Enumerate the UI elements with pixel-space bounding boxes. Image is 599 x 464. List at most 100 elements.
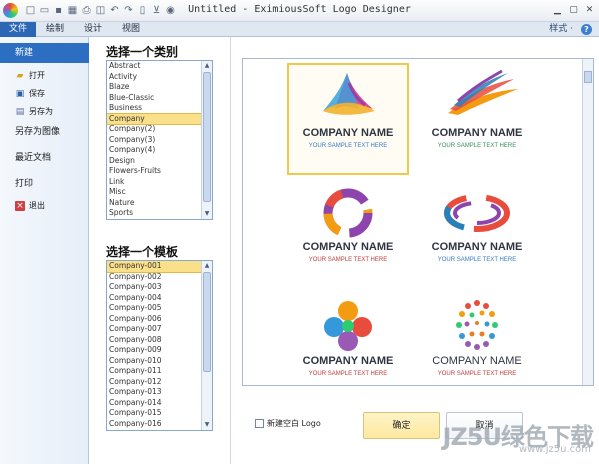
template-list-item[interactable]: Company-002 — [107, 272, 201, 283]
menu-save[interactable]: ▣ 保存 — [0, 84, 89, 104]
scroll-thumb[interactable] — [203, 272, 211, 372]
template-list-item[interactable]: Company-013 — [107, 387, 201, 398]
category-list-item[interactable]: Link — [107, 177, 201, 188]
help-icon[interactable]: ? — [581, 24, 592, 35]
template-tile-6[interactable]: COMPANY NAME YOUR SAMPLE TEXT HERE — [418, 293, 536, 385]
style-menu[interactable]: 样式 · — [549, 22, 573, 37]
logo-preview-panel: COMPANY NAME YOUR SAMPLE TEXT HERE COMPA… — [242, 58, 594, 386]
company-name-text: COMPANY NAME — [302, 127, 394, 139]
file-menu: 新建 ▰ 打开 ▣ 保存 ▤ 另存为 另存为图像 最近文档 打印 × 退出 — [0, 37, 89, 464]
template-items: Company-001 Company-002 Company-003 Company… — [107, 261, 202, 430]
template-tile-5[interactable]: COMPANY NAME YOUR SAMPLE TEXT HERE — [289, 293, 407, 385]
category-scrollbar[interactable]: ▲ ▼ — [201, 61, 212, 219]
scroll-down-icon[interactable]: ▼ — [202, 209, 212, 219]
ring-swirl-logo — [323, 188, 373, 238]
category-list-item[interactable]: Blue-Classic — [107, 93, 201, 104]
save-as-icon: ▤ — [15, 107, 25, 117]
template-list-item[interactable]: Company-012 — [107, 377, 201, 388]
template-list-item[interactable]: Company-003 — [107, 282, 201, 293]
watermark: JZ5U绿色下载 www.jz5u.com — [427, 415, 597, 460]
new-blank-logo-checkbox[interactable] — [255, 419, 264, 428]
triangle-swirl-logo — [323, 73, 375, 115]
template-list-item[interactable]: Company-004 — [107, 293, 201, 304]
menu-open[interactable]: ▰ 打开 — [0, 66, 89, 86]
template-selection-panel: 选择一个类别 Abstract Activity Blaze Blue-Classic… — [89, 37, 231, 464]
template-list-item[interactable]: Company-008 — [107, 335, 201, 346]
tagline-text: YOUR SAMPLE TEXT HERE — [308, 371, 388, 377]
template-list-item[interactable]: Company-005 — [107, 303, 201, 314]
template-list-item[interactable]: Company-010 — [107, 356, 201, 367]
category-items: Abstract Activity Blaze Blue-Classic Busines… — [107, 61, 202, 219]
menu-print[interactable]: 打印 — [0, 174, 89, 194]
template-tile-4[interactable]: COMPANY NAME YOUR SAMPLE TEXT HERE — [418, 179, 536, 287]
title-bar: □ ▭ ▪ ▦ ⎙ ◫ ↶ ↷ ▯ ⊻ ◉ Untitled - Eximiou… — [0, 0, 599, 22]
category-list-item[interactable]: Business — [107, 103, 201, 114]
preview-scrollbar[interactable] — [582, 59, 593, 385]
company-name-text: COMPANY NAME — [431, 127, 523, 139]
window-title: Untitled - EximiousSoft Logo Designer — [188, 4, 411, 15]
company-name-text: COMPANY NAME — [432, 355, 522, 367]
category-list[interactable]: Abstract Activity Blaze Blue-Classic Busines… — [106, 60, 213, 220]
template-scrollbar[interactable]: ▲ ▼ — [201, 261, 212, 430]
template-tile-3[interactable]: COMPANY NAME YOUR SAMPLE TEXT HERE — [289, 179, 407, 287]
category-list-item[interactable]: Company(3) — [107, 135, 201, 146]
category-list-item[interactable]: Sports — [107, 208, 201, 219]
template-list-item[interactable]: Company-016 — [107, 419, 201, 430]
tagline-text: YOUR SAMPLE TEXT HERE — [437, 371, 517, 377]
heart-flower-logo — [324, 301, 372, 351]
category-list-item[interactable]: Activity — [107, 72, 201, 83]
category-list-item[interactable]: Company — [107, 112, 202, 125]
category-list-item[interactable]: Abstract — [107, 61, 201, 72]
tagline-text: YOUR SAMPLE TEXT HERE — [308, 257, 388, 263]
template-list-item[interactable]: Company-007 — [107, 324, 201, 335]
tab-file[interactable]: 文件 — [0, 22, 36, 37]
tab-draw[interactable]: 绘制 — [40, 22, 70, 37]
category-section-title: 选择一个类别 — [106, 45, 179, 59]
menu-exit[interactable]: × 退出 — [0, 196, 89, 216]
category-list-item[interactable]: Company(2) — [107, 124, 201, 135]
new-blank-logo-label: 新建空白 Logo — [267, 419, 321, 428]
category-list-item[interactable]: Misc — [107, 187, 201, 198]
scroll-thumb[interactable] — [203, 72, 211, 202]
template-list-item[interactable]: Company-011 — [107, 366, 201, 377]
tab-view[interactable]: 视图 — [116, 22, 146, 37]
category-list-item[interactable]: Flowers-Fruits — [107, 166, 201, 177]
scroll-up-icon[interactable]: ▲ — [202, 61, 212, 71]
tab-design[interactable]: 设计 — [78, 22, 108, 37]
tagline-text: YOUR SAMPLE TEXT HERE — [437, 143, 517, 149]
company-name-text: COMPANY NAME — [431, 241, 523, 253]
template-section-title: 选择一个模板 — [106, 245, 179, 259]
watermark-url-text: www.jz5u.com — [518, 444, 591, 455]
open-folder-icon: ▰ — [16, 71, 24, 81]
template-list[interactable]: Company-001 Company-002 Company-003 Company… — [106, 260, 213, 431]
template-list-item[interactable]: Company-009 — [107, 345, 201, 356]
template-list-item[interactable]: Company-015 — [107, 408, 201, 419]
template-list-item[interactable]: Company-014 — [107, 398, 201, 409]
scroll-thumb[interactable] — [584, 71, 592, 83]
scroll-up-icon[interactable]: ▲ — [202, 261, 212, 271]
company-name-text: COMPANY NAME — [302, 355, 394, 367]
template-list-item[interactable]: Company-006 — [107, 314, 201, 325]
company-name-text: COMPANY NAME — [302, 241, 394, 253]
template-tile-2[interactable]: COMPANY NAME YOUR SAMPLE TEXT HERE — [418, 65, 536, 173]
maximize-icon[interactable]: ▢ — [566, 3, 581, 17]
close-icon[interactable]: ✕ — [582, 3, 597, 17]
tagline-text: YOUR SAMPLE TEXT HERE — [437, 257, 517, 263]
category-list-item[interactable]: Design — [107, 156, 201, 167]
wing-swoosh-logo — [448, 69, 518, 115]
template-list-item[interactable]: Company-001 — [107, 261, 202, 273]
ribbon-tab-bar: 文件 绘制 设计 视图 样式 · ? — [0, 22, 599, 37]
menu-save-as[interactable]: ▤ 另存为 — [0, 102, 89, 122]
menu-new[interactable]: 新建 — [0, 43, 89, 63]
category-list-item[interactable]: Blaze — [107, 82, 201, 93]
category-list-item[interactable]: Company(4) — [107, 145, 201, 156]
save-icon: ▣ — [15, 89, 25, 99]
category-list-item[interactable]: Nature — [107, 198, 201, 209]
menu-save-as-image[interactable]: 另存为图像 — [0, 122, 89, 142]
scroll-down-icon[interactable]: ▼ — [202, 420, 212, 430]
minimize-icon[interactable]: ▁ — [550, 3, 565, 17]
orbit-logo — [444, 194, 510, 232]
menu-recent-documents[interactable]: 最近文档 — [0, 148, 89, 168]
template-tile-1[interactable]: COMPANY NAME YOUR SAMPLE TEXT HERE — [287, 63, 409, 175]
tagline-text: YOUR SAMPLE TEXT HERE — [308, 143, 388, 149]
